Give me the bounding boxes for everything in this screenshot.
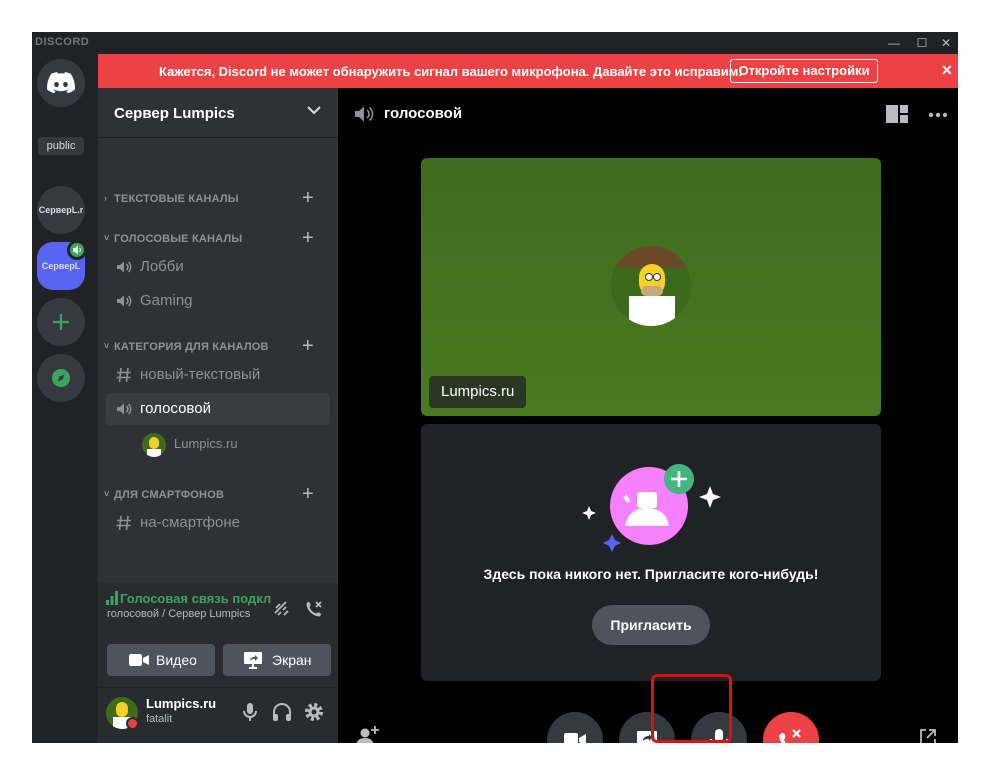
voice-channel-user[interactable]: Lumpics.ru bbox=[142, 433, 342, 457]
voice-user-label: Lumpics.ru bbox=[174, 436, 238, 451]
voice-indicator bbox=[67, 240, 87, 260]
voice-location: голосовой / Сервер Lumpics bbox=[107, 608, 251, 620]
grid-icon[interactable] bbox=[886, 105, 908, 123]
category-label: ДЛЯ СМАРТФОНОВ bbox=[114, 489, 225, 501]
server-rail: public СерверL.r СерверL bbox=[32, 54, 98, 743]
channel-label: голосовой bbox=[140, 400, 211, 417]
voice-status: Голосовая связь подключена bbox=[120, 591, 272, 606]
disconnect-icon[interactable] bbox=[304, 599, 324, 619]
channel-gaming[interactable]: Gaming bbox=[106, 285, 330, 317]
server-header[interactable]: Сервер Lumpics bbox=[98, 88, 338, 138]
server-public-label[interactable]: public bbox=[38, 137, 84, 155]
chevron-down-icon: ˅ bbox=[104, 489, 110, 499]
channel-lobby[interactable]: Лобби bbox=[106, 251, 330, 283]
channel-voice-active[interactable]: голосовой bbox=[106, 393, 330, 425]
camera-icon bbox=[129, 654, 149, 666]
server-icon-1[interactable]: СерверL.r bbox=[37, 186, 85, 234]
add-user-icon[interactable] bbox=[356, 725, 380, 743]
popout-icon[interactable] bbox=[918, 727, 938, 743]
gear-icon[interactable] bbox=[302, 700, 326, 724]
camera-icon bbox=[564, 733, 586, 743]
add-server-button[interactable] bbox=[37, 298, 85, 346]
category-channels[interactable]: ˅ КАТЕГОРИЯ ДЛЯ КАНАЛОВ + bbox=[102, 335, 332, 357]
user-tag: fatalit bbox=[146, 713, 173, 725]
server-name: Сервер Lumpics bbox=[114, 105, 235, 122]
speaker-icon bbox=[117, 295, 132, 307]
discord-window: DISCORD — ☐ ✕ public СерверL.r СерверL К… bbox=[32, 32, 958, 743]
dnd-status-icon bbox=[126, 717, 139, 730]
speaker-icon bbox=[70, 243, 84, 257]
invite-illustration-icon bbox=[582, 464, 721, 552]
category-text-channels[interactable]: › ТЕКСТОВЫЕ КАНАЛЫ + bbox=[102, 187, 332, 209]
username: Lumpics.ru bbox=[146, 696, 217, 711]
chevron-down-icon: ˅ bbox=[104, 233, 110, 243]
voice-connection-panel: Голосовая связь подключена голосовой / С… bbox=[98, 583, 338, 688]
server-1-label: СерверL.r bbox=[38, 205, 84, 215]
participant-tile[interactable]: Lumpics.ru bbox=[421, 158, 881, 416]
chevron-right-icon: › bbox=[104, 193, 108, 203]
screen-share-icon bbox=[244, 652, 262, 669]
speaker-icon bbox=[355, 106, 374, 122]
channel-title: голосовой bbox=[384, 105, 463, 122]
microphone-icon[interactable] bbox=[238, 700, 262, 724]
category-label: КАТЕГОРИЯ ДЛЯ КАНАЛОВ bbox=[114, 341, 269, 353]
speaker-icon bbox=[117, 403, 132, 415]
chevron-down-icon bbox=[307, 106, 321, 115]
server-2-label: СерверL bbox=[41, 261, 81, 271]
open-settings-button[interactable]: Откройте настройки bbox=[730, 59, 878, 83]
add-channel-icon[interactable]: + bbox=[302, 335, 314, 358]
channel-label: новый-текстовый bbox=[140, 366, 261, 383]
close-window-button[interactable]: ✕ bbox=[935, 34, 957, 52]
hangup-icon bbox=[779, 729, 801, 743]
video-button-label: Видео bbox=[156, 652, 197, 668]
title-bar: DISCORD — ☐ ✕ bbox=[32, 32, 958, 54]
plus-icon bbox=[53, 314, 69, 330]
category-voice-channels[interactable]: ˅ ГОЛОСОВЫЕ КАНАЛЫ + bbox=[102, 227, 332, 249]
category-smartphones[interactable]: ˅ ДЛЯ СМАРТФОНОВ + bbox=[102, 483, 332, 505]
compass-icon bbox=[52, 369, 70, 387]
category-label: ТЕКСТОВЫЕ КАНАЛЫ bbox=[114, 193, 239, 205]
channel-smartphone[interactable]: на-смартфоне bbox=[106, 507, 330, 539]
participant-name: Lumpics.ru bbox=[429, 376, 527, 408]
add-channel-icon[interactable]: + bbox=[302, 483, 314, 506]
channel-label: Лобби bbox=[140, 258, 184, 275]
user-panel: Lumpics.ru fatalit bbox=[98, 688, 338, 743]
hangup-button[interactable] bbox=[763, 712, 819, 743]
empty-invite-tile: Здесь пока никого нет. Пригласите кого-н… bbox=[421, 424, 881, 681]
empty-state-text: Здесь пока никого нет. Пригласите кого-н… bbox=[483, 566, 819, 582]
banner-close-button[interactable]: ✕ bbox=[941, 62, 953, 79]
microphone-warning-banner: Кажется, Discord не может обнаружить сиг… bbox=[98, 54, 958, 88]
headphones-icon[interactable] bbox=[270, 700, 294, 724]
explore-servers-button[interactable] bbox=[37, 354, 85, 402]
chevron-down-icon: ˅ bbox=[104, 341, 110, 351]
avatar bbox=[142, 433, 166, 457]
add-channel-icon[interactable]: + bbox=[302, 227, 314, 250]
app-brand: DISCORD bbox=[35, 36, 90, 48]
discord-logo-icon bbox=[47, 72, 75, 94]
more-icon[interactable] bbox=[928, 112, 948, 118]
noise-suppression-icon[interactable] bbox=[272, 599, 292, 619]
minimize-button[interactable]: — bbox=[883, 34, 905, 52]
avatar bbox=[611, 246, 691, 326]
highlight-box bbox=[651, 674, 732, 743]
video-button[interactable]: Видео bbox=[107, 644, 215, 676]
add-channel-icon[interactable]: + bbox=[302, 187, 314, 210]
hash-icon bbox=[116, 367, 131, 383]
screen-button[interactable]: Экран bbox=[223, 644, 331, 676]
channel-label: Gaming bbox=[140, 292, 193, 309]
home-button[interactable] bbox=[37, 59, 85, 107]
channel-label: на-смартфоне bbox=[140, 514, 240, 531]
category-label: ГОЛОСОВЫЕ КАНАЛЫ bbox=[114, 233, 243, 245]
maximize-button[interactable]: ☐ bbox=[911, 34, 933, 52]
screen-button-label: Экран bbox=[272, 652, 312, 668]
invite-button[interactable]: Пригласить bbox=[592, 605, 710, 645]
voice-stage: голосовой Lumpics.ru Здесь пока никого н… bbox=[338, 88, 958, 743]
channel-sidebar: Сервер Lumpics › ТЕКСТОВЫЕ КАНАЛЫ + ˅ ГО… bbox=[98, 88, 338, 743]
hash-icon bbox=[116, 515, 131, 531]
speaker-icon bbox=[117, 261, 132, 273]
signal-icon[interactable] bbox=[106, 591, 118, 605]
banner-text: Кажется, Discord не может обнаружить сиг… bbox=[159, 64, 743, 79]
camera-toggle-button[interactable] bbox=[547, 712, 603, 743]
channel-new-text[interactable]: новый-текстовый bbox=[106, 359, 330, 391]
